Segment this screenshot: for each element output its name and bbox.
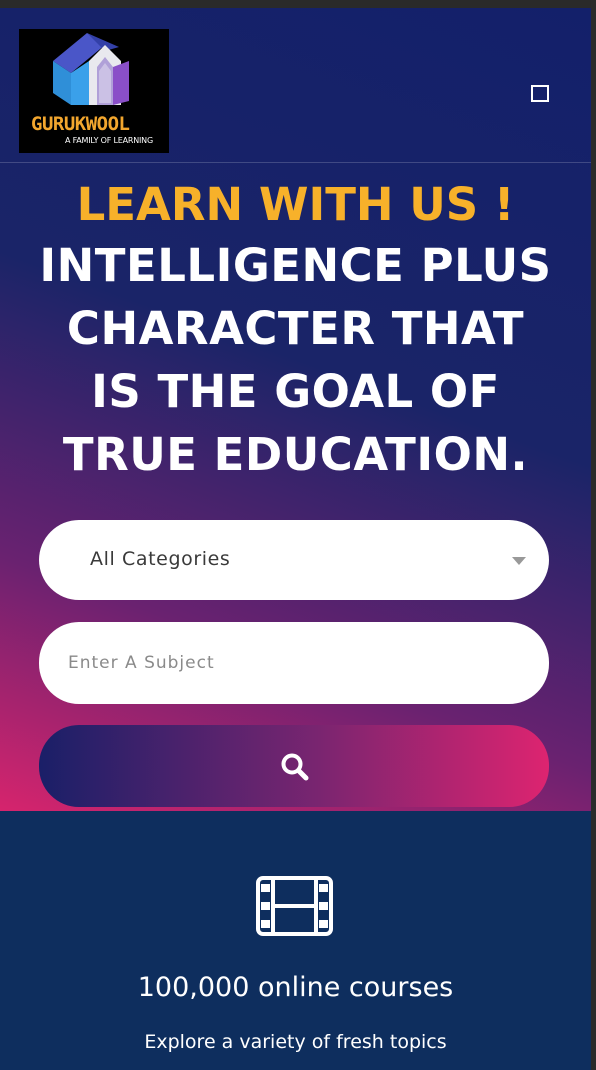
chevron-down-icon (512, 557, 526, 565)
feature-title: 100,000 online courses (137, 972, 454, 1003)
category-select-value: All Categories (90, 548, 231, 570)
site-logo[interactable]: GURUKWOOL A FAMILY OF LEARNING (19, 29, 169, 153)
hero-line-2: CHARACTER THAT (66, 302, 525, 355)
site-header: GURUKWOOL A FAMILY OF LEARNING (0, 8, 591, 163)
logo-name: GURUKWOOL (31, 113, 130, 135)
category-select[interactable]: All Categories (39, 520, 549, 600)
house-logo-icon (53, 33, 129, 105)
logo-tagline: A FAMILY OF LEARNING (65, 136, 153, 145)
subject-input[interactable] (39, 622, 549, 704)
feature-description: Explore a variety of fresh topics (144, 1031, 447, 1053)
search-button[interactable] (39, 725, 549, 807)
hero-accent-text: LEARN WITH US ! (76, 178, 515, 231)
features-section: 100,000 online courses Explore a variety… (0, 811, 591, 1070)
hero-section: GURUKWOOL A FAMILY OF LEARNING LEARN WIT… (0, 8, 591, 811)
hero-line-3: IS THE GOAL OF (91, 365, 500, 418)
hero-headline: LEARN WITH US ! INTELLIGENCE PLUS CHARAC… (0, 176, 591, 486)
search-icon (281, 753, 309, 781)
menu-toggle-button[interactable] (531, 85, 549, 102)
browser-right-strip (591, 0, 596, 1070)
film-icon (256, 876, 333, 936)
hero-line-1: INTELLIGENCE PLUS (39, 239, 552, 292)
hero-line-4: TRUE EDUCATION. (62, 428, 529, 481)
browser-top-strip (0, 0, 596, 8)
